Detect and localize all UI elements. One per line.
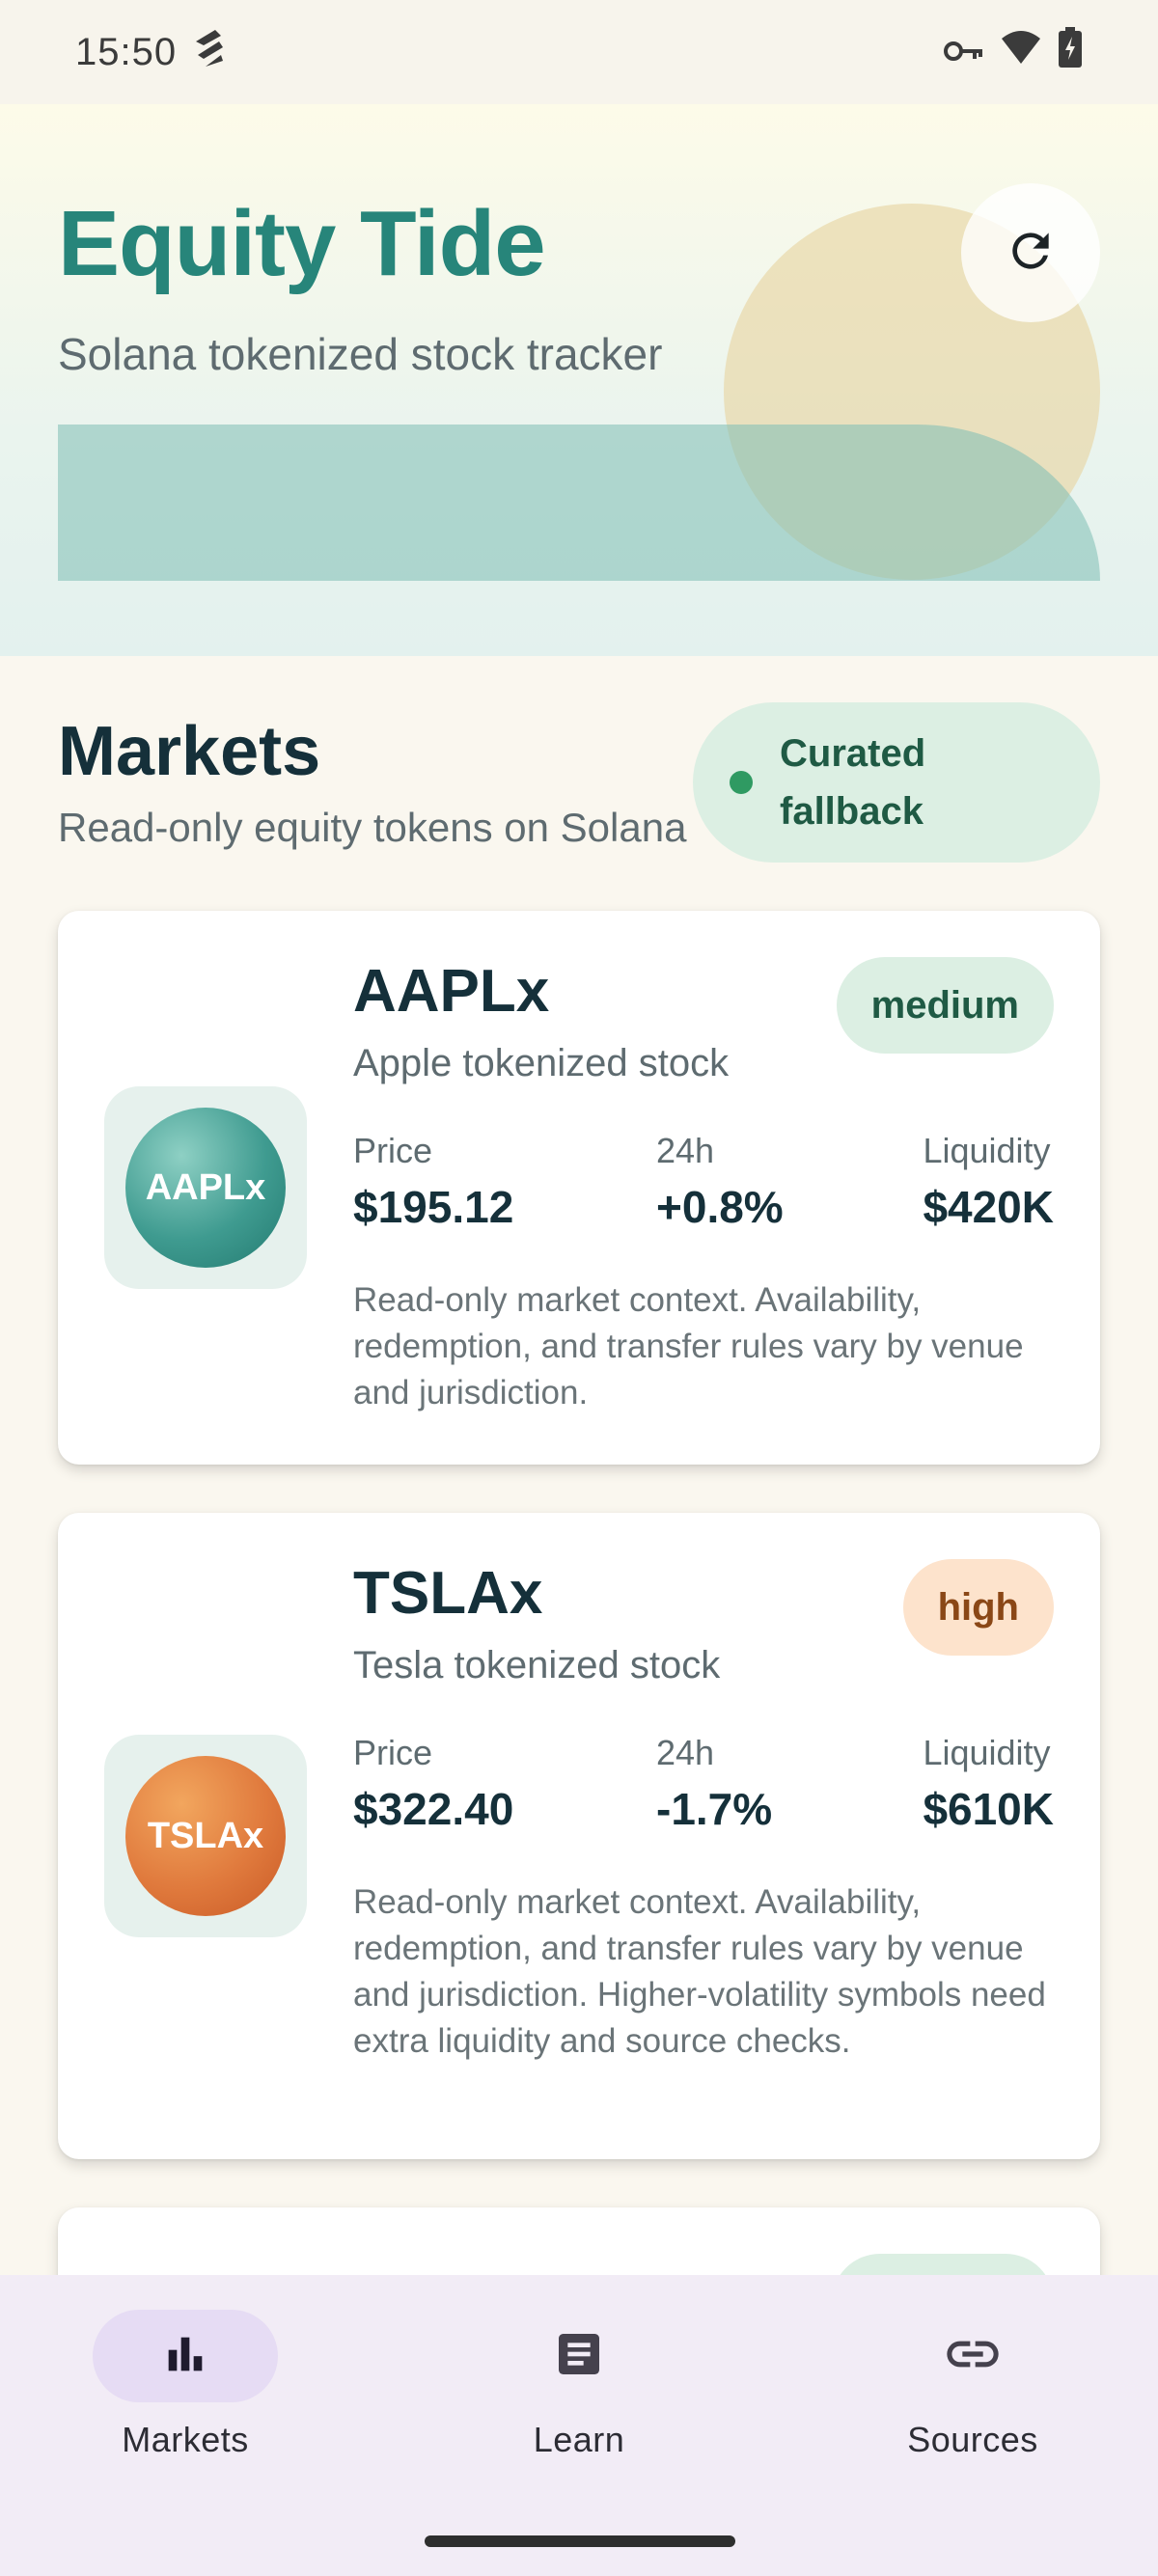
risk-badge: high xyxy=(902,1559,1054,1656)
token-card-aaplx[interactable]: AAPLx AAPLx Apple tokenized stock medium… xyxy=(58,911,1100,1465)
hero-decoration-band xyxy=(58,425,1100,581)
hero-banner: Equity Tide Solana tokenized stock track… xyxy=(0,104,1158,656)
change-label: 24h xyxy=(656,1131,715,1170)
price-label: Price xyxy=(353,1733,433,1772)
change-value: -1.7% xyxy=(656,1784,773,1834)
change-stat: 24h +0.8% xyxy=(656,1131,784,1233)
markets-subtitle: Read-only equity tokens on Solana xyxy=(58,805,687,850)
nav-sources-label: Sources xyxy=(907,2420,1038,2459)
token-symbol: AAPLx xyxy=(353,958,550,1025)
network-activity-icon xyxy=(190,24,229,80)
token-logo: AAPLx xyxy=(125,1108,286,1268)
change-stat: 24h -1.7% xyxy=(656,1733,772,1835)
liquidity-label: Liquidity xyxy=(923,1733,1051,1772)
data-source-badge: Curated fallback xyxy=(693,702,1100,863)
nav-learn-label: Learn xyxy=(533,2420,625,2459)
change-value: +0.8% xyxy=(656,1182,784,1232)
token-note: Read-only market context. Availability, … xyxy=(353,1883,1046,2060)
app-screen: 15:50 Equity Tide Solana tokenized stock… xyxy=(0,0,1158,2576)
nav-markets[interactable]: Markets xyxy=(41,2310,330,2460)
liquidity-value: $610K xyxy=(923,1784,1054,1834)
token-card-tslax[interactable]: TSLAx TSLAx Tesla tokenized stock high P… xyxy=(58,1513,1100,2159)
status-dot-icon xyxy=(730,771,753,794)
bar-chart-icon xyxy=(160,2329,210,2384)
price-stat: Price $322.40 xyxy=(353,1733,513,1835)
nav-markets-label: Markets xyxy=(122,2420,249,2459)
app-title: Equity Tide xyxy=(58,192,546,295)
nav-sources[interactable]: Sources xyxy=(828,2310,1117,2460)
article-icon xyxy=(552,2327,606,2386)
price-label: Price xyxy=(353,1131,433,1170)
bottom-navigation: Markets Learn Sources xyxy=(0,2275,1158,2576)
liquidity-value: $420K xyxy=(923,1182,1054,1232)
nav-markets-indicator xyxy=(93,2310,278,2402)
token-name: Tesla tokenized stock xyxy=(353,1644,721,1686)
refresh-icon xyxy=(1004,224,1058,283)
token-logo-tile: TSLAx xyxy=(104,1735,307,1937)
nav-learn[interactable]: Learn xyxy=(434,2310,724,2460)
markets-title: Markets xyxy=(58,713,321,790)
risk-badge: medium xyxy=(836,957,1054,1054)
data-source-label: Curated fallback xyxy=(780,732,926,833)
vpn-key-icon xyxy=(944,31,984,74)
liquidity-label: Liquidity xyxy=(923,1131,1051,1170)
token-note: Read-only market context. Availability, … xyxy=(353,1281,1024,1411)
token-name: Apple tokenized stock xyxy=(353,1042,730,1084)
status-time: 15:50 xyxy=(75,30,178,73)
price-value: $322.40 xyxy=(353,1784,514,1834)
liquidity-stat: Liquidity $420K xyxy=(923,1131,1054,1233)
token-logo: TSLAx xyxy=(125,1756,286,1916)
nav-sources-indicator xyxy=(880,2310,1065,2402)
refresh-button[interactable] xyxy=(961,183,1100,322)
price-value: $195.12 xyxy=(353,1182,514,1232)
token-symbol: TSLAx xyxy=(353,1560,543,1627)
nav-learn-indicator xyxy=(486,2310,672,2402)
home-indicator[interactable] xyxy=(425,2535,735,2547)
wifi-icon xyxy=(1000,29,1042,75)
app-subtitle: Solana tokenized stock tracker xyxy=(58,329,663,379)
change-label: 24h xyxy=(656,1733,715,1772)
token-logo-tile: AAPLx xyxy=(104,1086,307,1289)
liquidity-stat: Liquidity $610K xyxy=(923,1733,1054,1835)
battery-charging-icon xyxy=(1058,27,1083,77)
status-bar: 15:50 xyxy=(0,0,1158,104)
price-stat: Price $195.12 xyxy=(353,1131,513,1233)
link-icon xyxy=(942,2323,1004,2390)
